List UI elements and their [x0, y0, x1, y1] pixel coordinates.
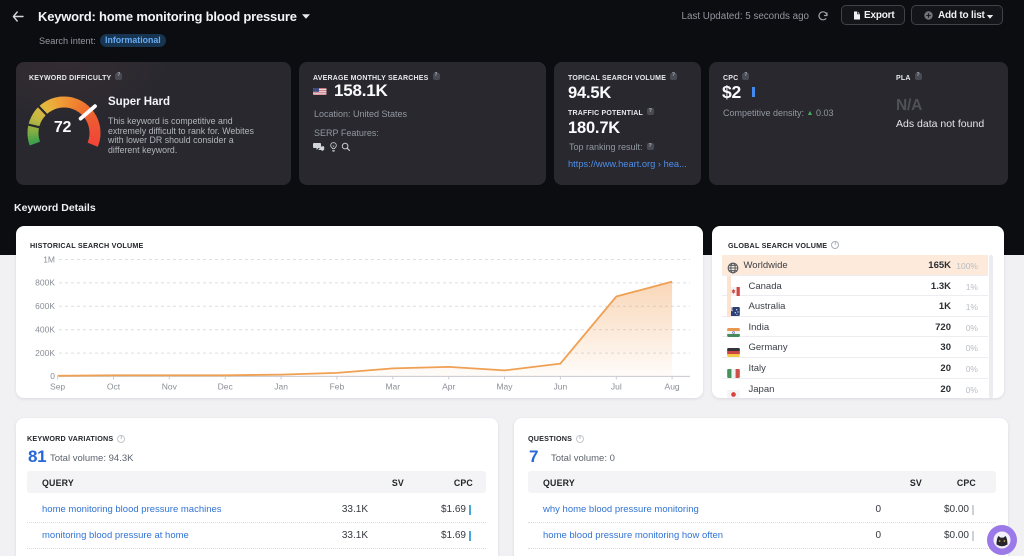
svg-text:Oct: Oct	[107, 382, 121, 392]
svg-text:0: 0	[50, 371, 55, 381]
svg-text:1M: 1M	[43, 254, 55, 264]
svg-text:Jun: Jun	[554, 382, 568, 392]
svg-text:200K: 200K	[35, 348, 55, 358]
svg-text:800K: 800K	[35, 278, 55, 288]
svg-text:Jan: Jan	[274, 382, 288, 392]
svg-text:Nov: Nov	[162, 382, 178, 392]
svg-text:600K: 600K	[35, 301, 55, 311]
svg-text:Jul: Jul	[611, 382, 622, 392]
svg-text:Mar: Mar	[385, 382, 400, 392]
svg-text:Apr: Apr	[442, 382, 455, 392]
svg-text:Aug: Aug	[665, 382, 680, 392]
svg-text:Sep: Sep	[50, 382, 65, 392]
svg-text:Dec: Dec	[218, 382, 234, 392]
svg-text:Feb: Feb	[330, 382, 345, 392]
svg-text:400K: 400K	[35, 325, 55, 335]
svg-text:May: May	[496, 382, 513, 392]
